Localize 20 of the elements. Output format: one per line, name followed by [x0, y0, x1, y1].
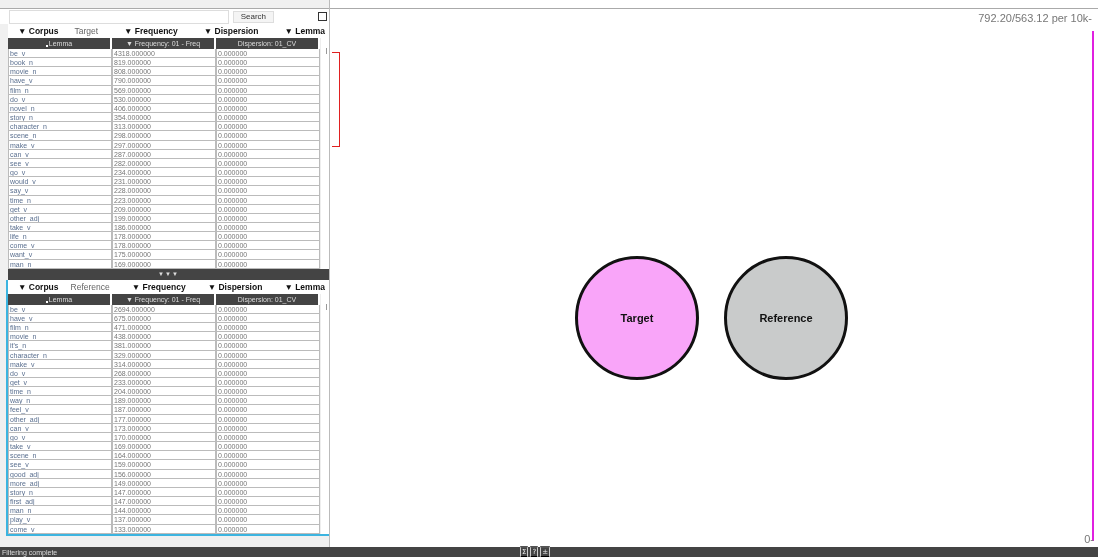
scrollbar-thumb[interactable] [326, 303, 327, 310]
circle-label: Reference [759, 312, 813, 324]
filter-dropdown[interactable]: ▼ Frequency [131, 281, 186, 292]
expand-icon[interactable] [318, 12, 327, 21]
filter-dropdown[interactable]: ▼ Frequency [124, 26, 178, 36]
axis-max-label: 792.20/563.12 per 10k- [978, 12, 1092, 24]
corpus-name: Reference [70, 281, 110, 292]
sort-icon [45, 300, 48, 303]
filter-dropdown[interactable]: ▼ Dispersion [203, 26, 259, 36]
search-field[interactable] [9, 9, 229, 24]
corpus-name: Target [74, 26, 99, 36]
filter-dropdown[interactable]: ▼ Lemma [284, 26, 325, 36]
filter-dropdown[interactable]: ▼ Corpus [18, 26, 59, 36]
axis-min-label: 0- [1084, 533, 1094, 545]
circle-label: Target [620, 312, 654, 324]
filter-dropdown[interactable]: ▼ Dispersion [207, 281, 263, 292]
search-button[interactable]: Search [232, 10, 274, 23]
scrollbar-thumb[interactable] [326, 48, 327, 54]
filter-dropdown[interactable]: ▼ Corpus [18, 281, 59, 292]
filter-dropdown[interactable]: ▼ Lemma [284, 281, 325, 292]
